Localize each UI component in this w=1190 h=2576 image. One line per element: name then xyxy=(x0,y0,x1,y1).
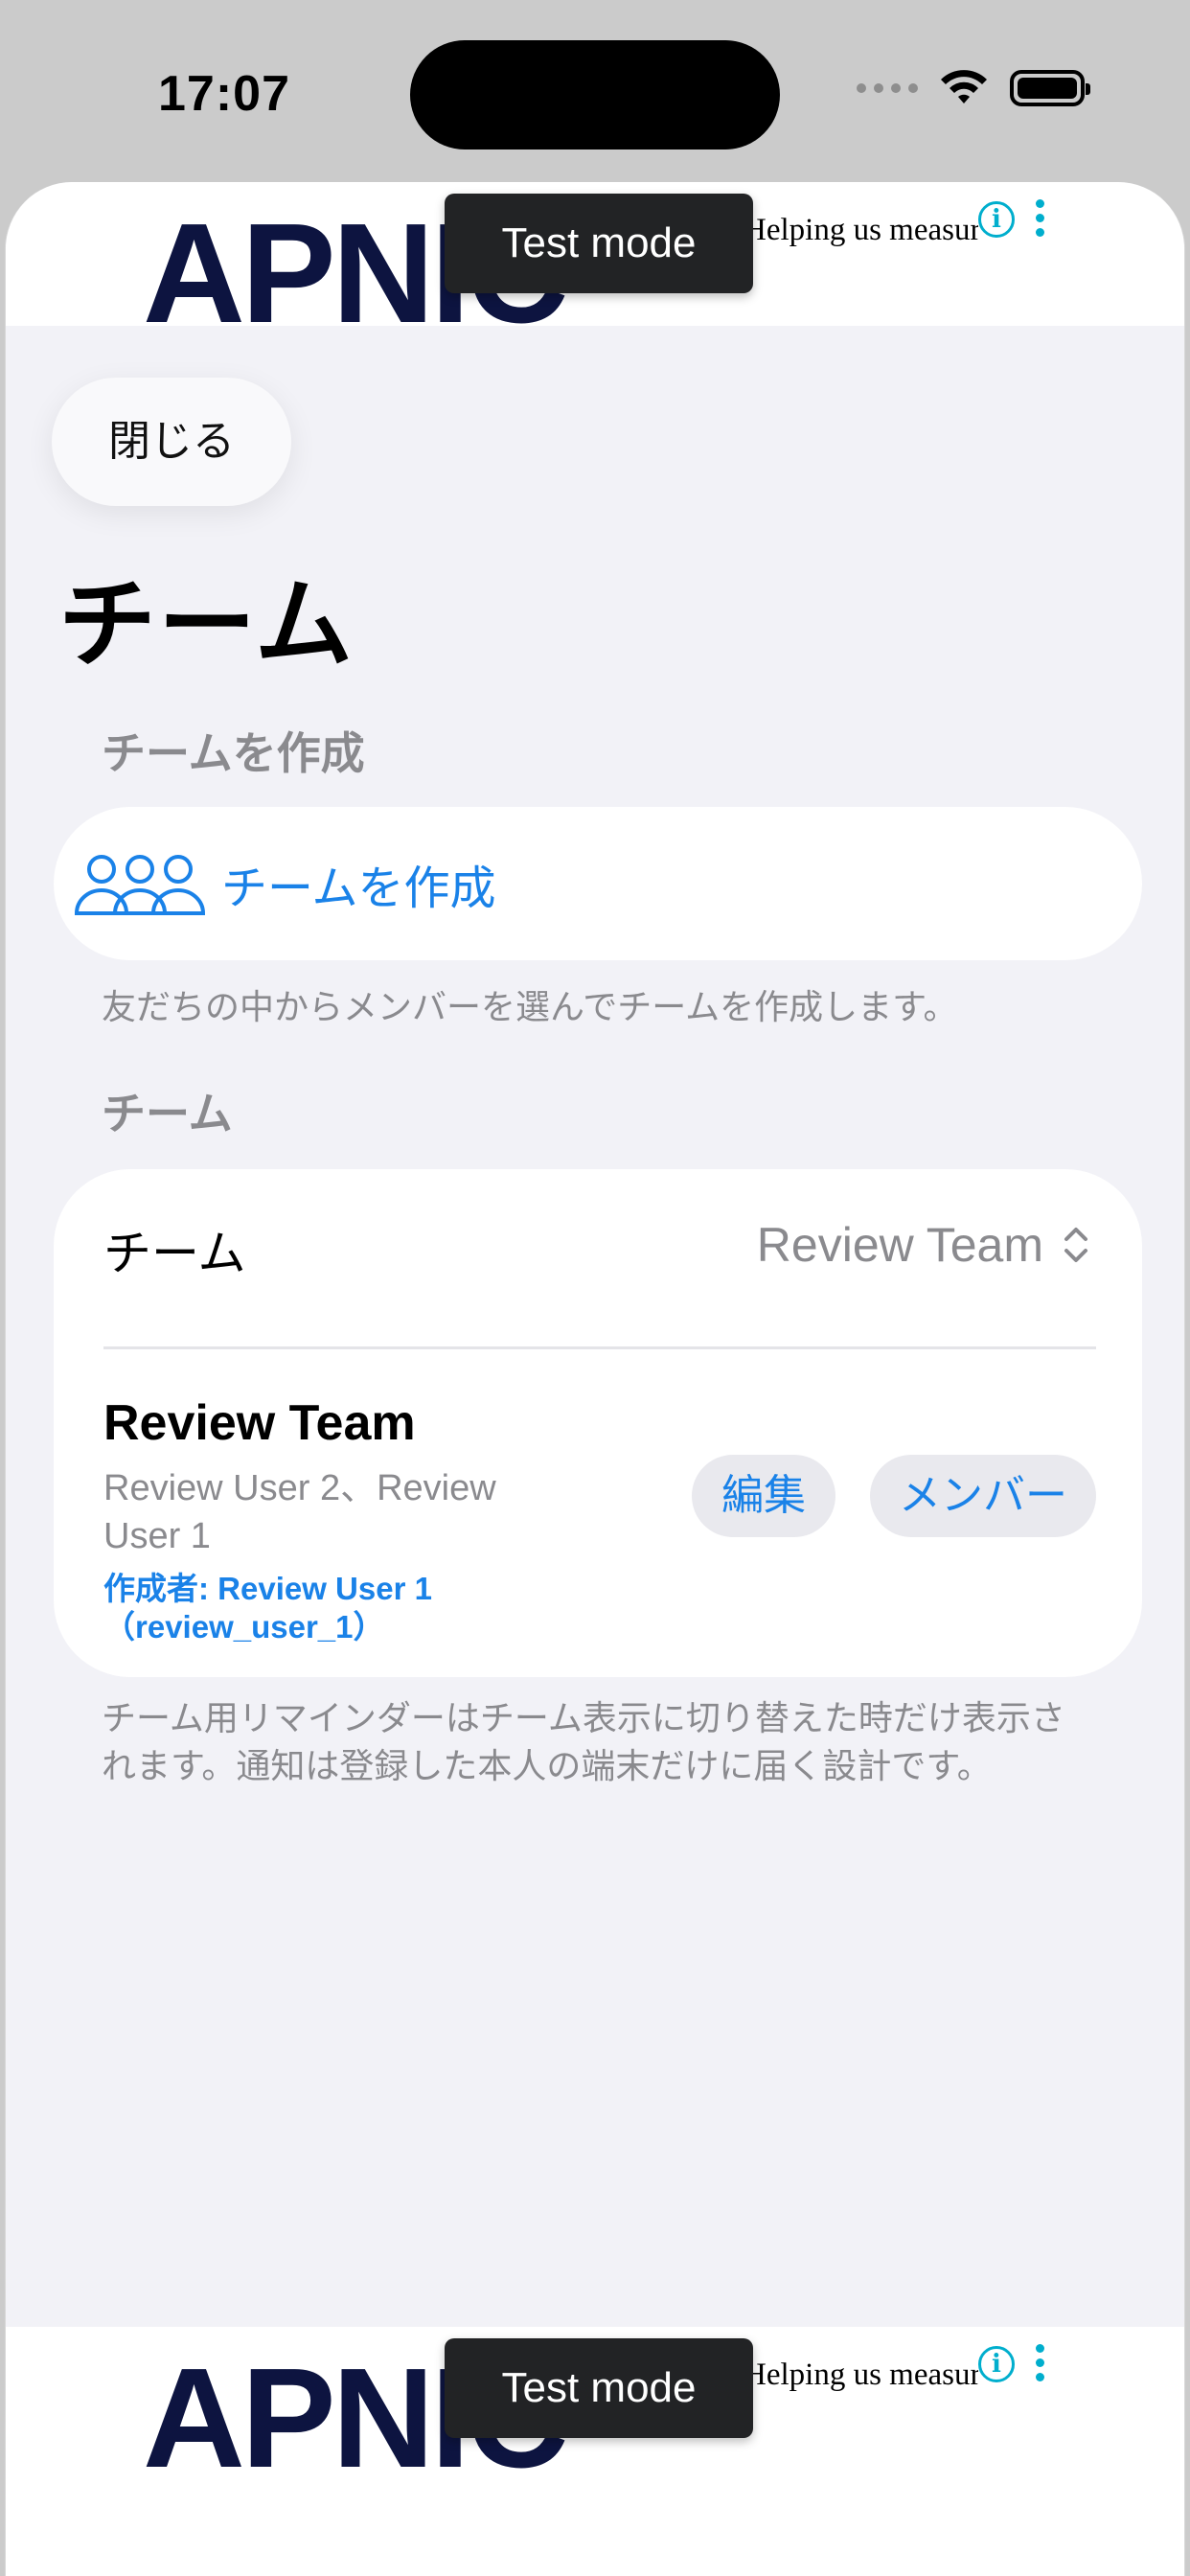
ad-banner-top[interactable]: APNIC Helping us measure i Test mode xyxy=(6,182,1184,326)
team-footnote: チーム用リマインダーはチーム表示に切り替えた時だけ表示されます。通知は登録した本… xyxy=(102,1698,1065,1785)
team-creator: 作成者: Review User 1（review_user_1） xyxy=(103,1571,432,1644)
ad-text: Helping us measure xyxy=(744,2358,978,2392)
chevron-updown-icon xyxy=(1064,1228,1087,1262)
status-time: 17:07 xyxy=(158,66,290,122)
create-team-button[interactable]: チームを作成 xyxy=(54,807,1142,960)
team-name: Review Team xyxy=(103,1395,416,1451)
team-picker-label: チーム xyxy=(103,1227,246,1280)
team-card: チーム Review Team Review Team Review User … xyxy=(54,1169,1142,1677)
page-title: チーム xyxy=(58,570,355,679)
create-section-header: チームを作成 xyxy=(102,728,365,778)
ad-banner-bottom[interactable]: APNIC Helping us measure i Test mode xyxy=(6,2327,1184,2576)
signal-icon xyxy=(857,83,918,93)
info-icon[interactable]: i xyxy=(978,2346,1015,2382)
more-icon[interactable] xyxy=(1036,199,1045,237)
create-team-label: チームを作成 xyxy=(221,863,496,914)
ad-text: Helping us measure xyxy=(744,213,978,247)
team-members: Review User 2、Review User 1 xyxy=(103,1468,496,1556)
create-footnote: 友だちの中からメンバーを選んでチームを作成します。 xyxy=(102,987,958,1026)
test-mode-badge: Test mode xyxy=(445,194,753,293)
close-button[interactable]: 閉じる xyxy=(52,378,291,506)
test-mode-badge: Test mode xyxy=(445,2338,753,2438)
wifi-icon xyxy=(941,70,987,104)
people-icon xyxy=(74,855,206,915)
screen: 17:07 APNIC Helping us measure i Test mo… xyxy=(0,0,1190,2576)
edit-button[interactable]: 編集 xyxy=(692,1455,835,1537)
divider xyxy=(103,1346,1096,1349)
team-picker-value: Review Team xyxy=(756,1218,1043,1272)
battery-icon xyxy=(1010,70,1090,106)
status-icons xyxy=(857,69,1090,107)
team-sheet: APNIC Helping us measure i Test mode 閉じる… xyxy=(5,182,1185,2576)
members-button[interactable]: メンバー xyxy=(870,1455,1096,1537)
team-picker[interactable]: Review Team xyxy=(757,1217,1089,1273)
info-icon[interactable]: i xyxy=(978,201,1015,238)
team-section-header: チーム xyxy=(102,1089,233,1138)
more-icon[interactable] xyxy=(1036,2344,1045,2381)
dynamic-island xyxy=(410,40,780,150)
